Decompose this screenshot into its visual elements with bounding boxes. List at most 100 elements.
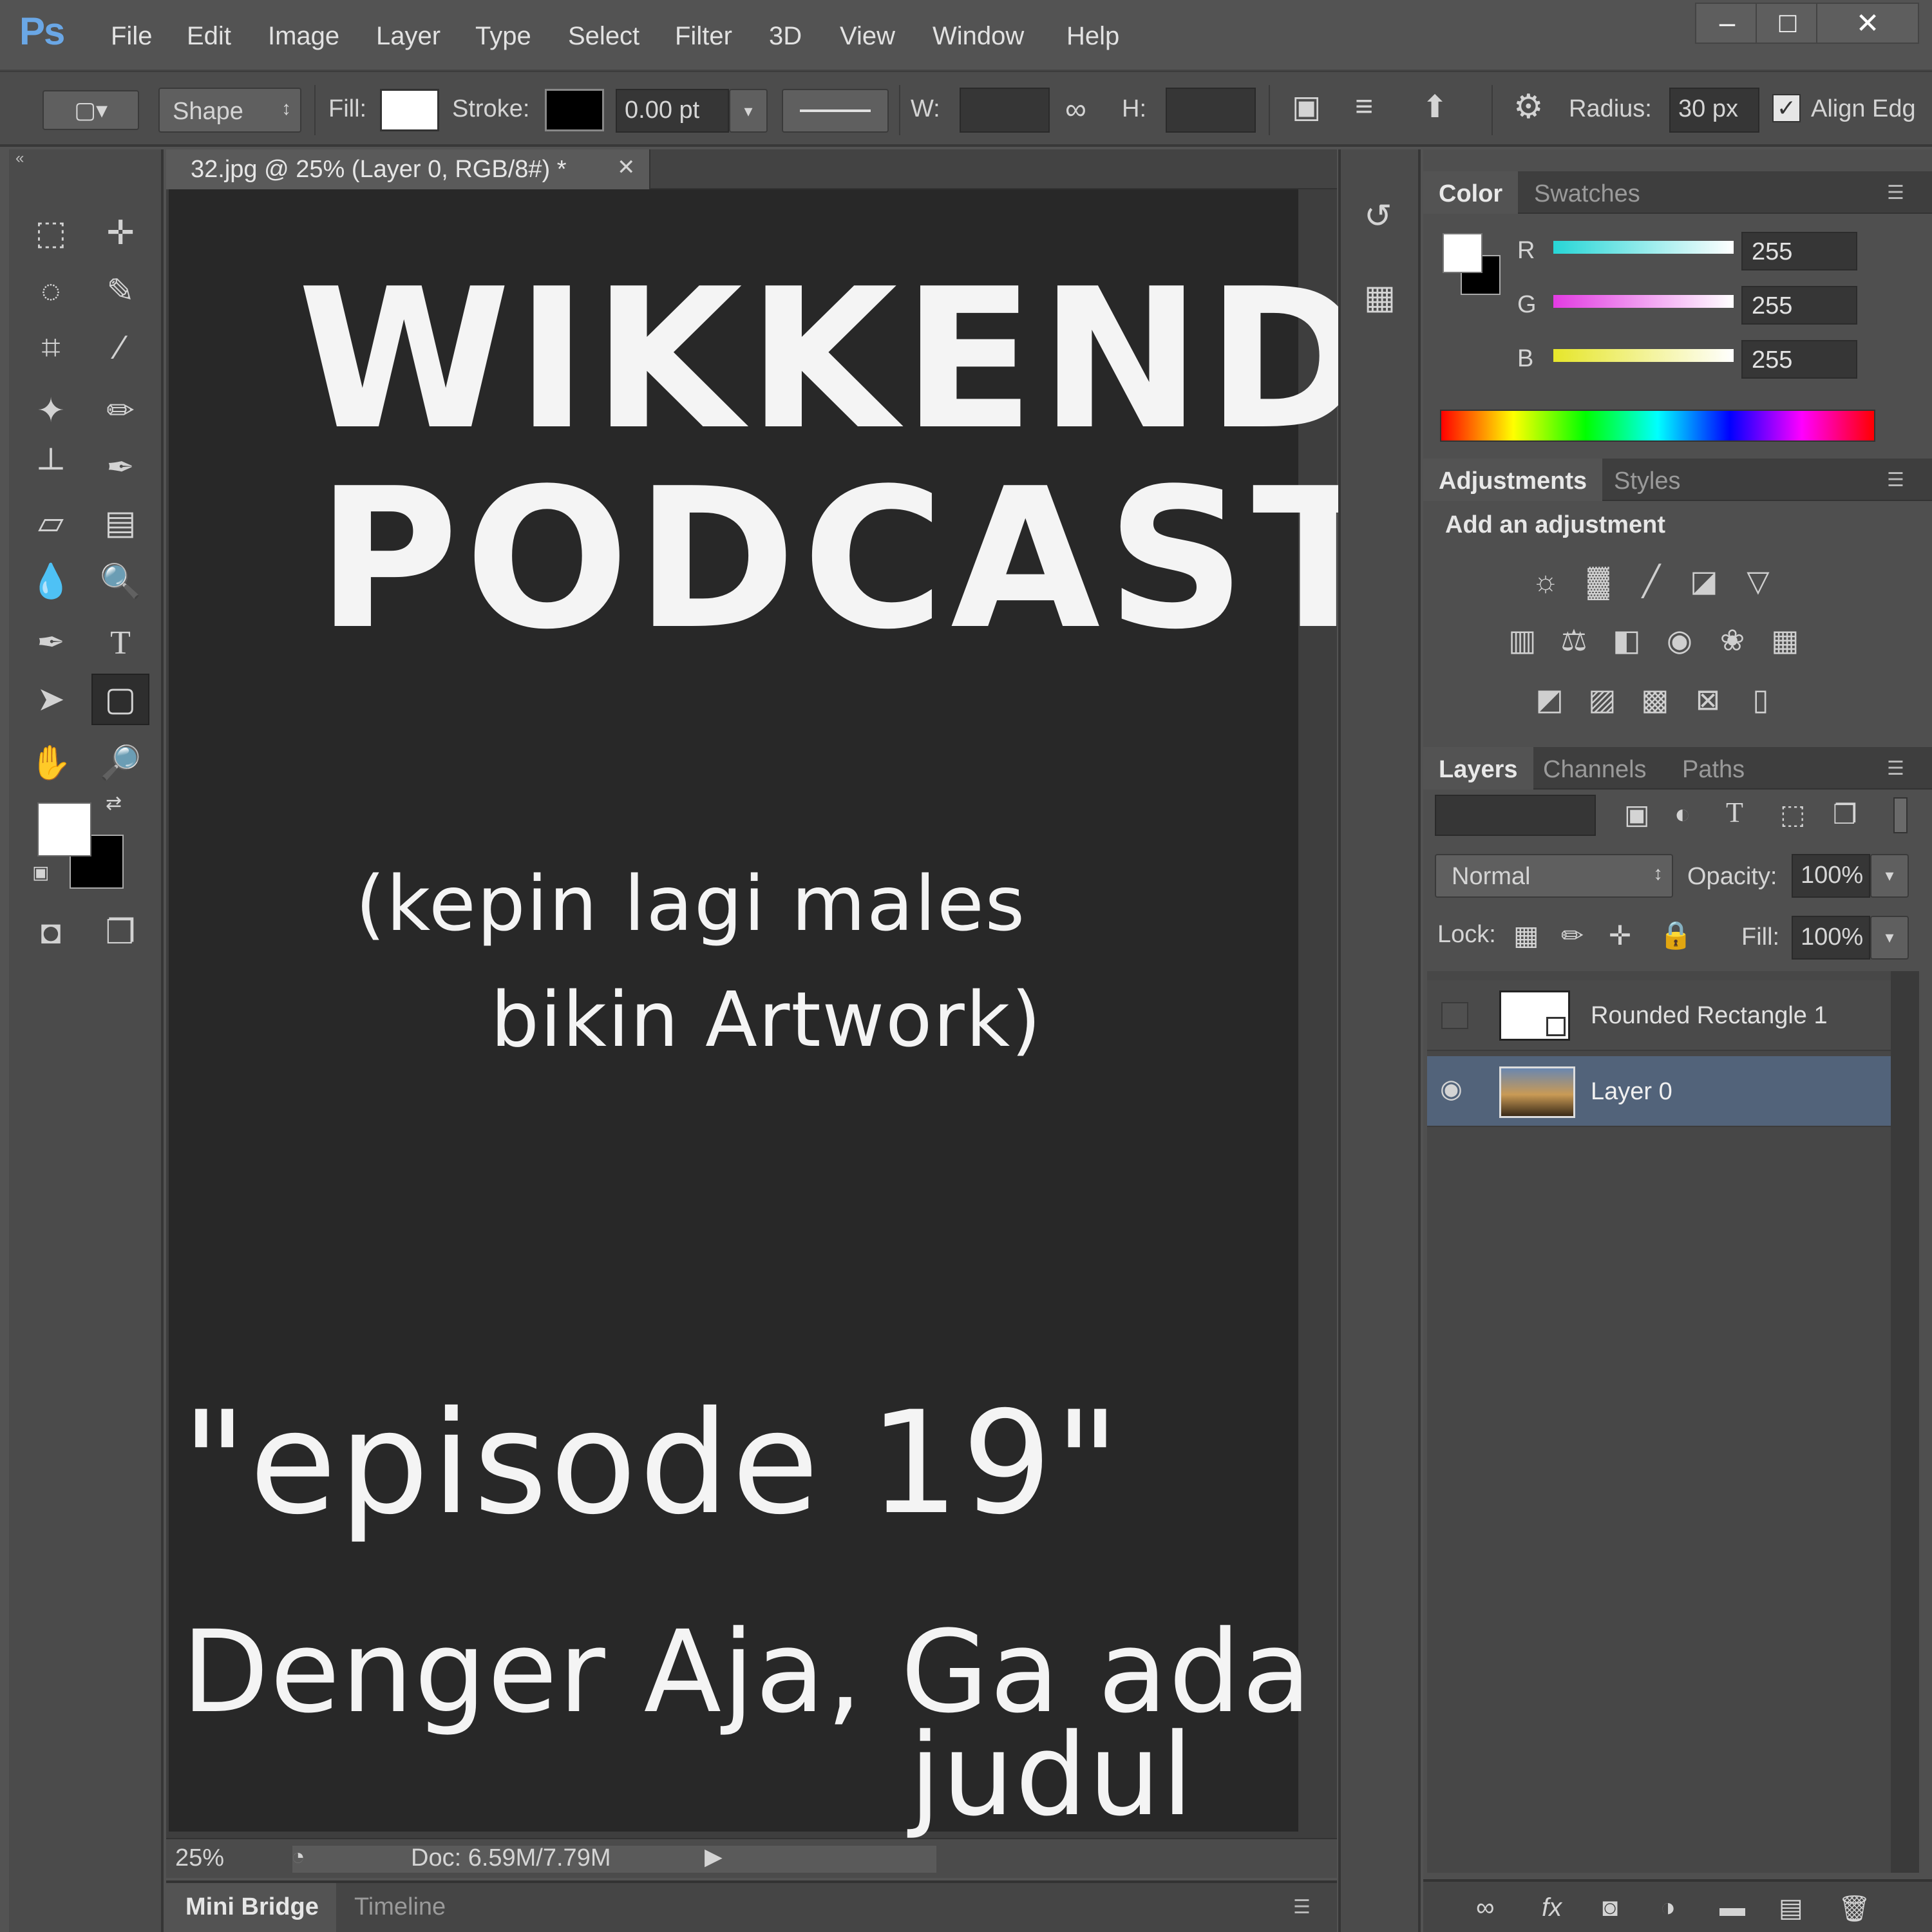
layer-row-selected[interactable]: ◉ Layer 0 xyxy=(1427,1056,1891,1127)
fill-opacity-field[interactable]: 100% xyxy=(1792,916,1870,960)
channel-b-value[interactable]: 255 xyxy=(1741,340,1857,379)
menu-help[interactable]: Help xyxy=(1066,22,1119,51)
panel-menu-icon[interactable]: ☰ xyxy=(1887,469,1904,491)
zoom-tool-icon[interactable]: 🔎 xyxy=(91,737,149,788)
gradient-map-icon[interactable]: ▯ xyxy=(1741,680,1780,719)
color-spectrum-bar[interactable] xyxy=(1440,410,1875,442)
tab-swatches[interactable]: Swatches xyxy=(1519,171,1656,214)
tab-paths[interactable]: Paths xyxy=(1667,747,1760,790)
panel-menu-icon[interactable]: ☰ xyxy=(1293,1896,1311,1918)
stamp-tool-icon[interactable]: ┴ xyxy=(22,442,80,493)
stroke-type-dropdown[interactable] xyxy=(782,89,889,133)
filter-smart-object-icon[interactable]: ❐ xyxy=(1833,799,1857,830)
menu-file[interactable]: File xyxy=(111,22,152,51)
tab-channels[interactable]: Channels xyxy=(1528,747,1662,790)
color-balance-icon[interactable]: ⚖ xyxy=(1555,621,1593,659)
close-icon[interactable]: ✕ xyxy=(1816,3,1919,44)
filter-toggle[interactable] xyxy=(1893,797,1908,833)
gear-icon[interactable]: ⚙ xyxy=(1513,88,1544,126)
layers-scrollbar[interactable] xyxy=(1891,971,1919,1873)
lock-all-icon[interactable]: 🔒 xyxy=(1659,920,1692,951)
channel-g-slider[interactable] xyxy=(1553,295,1734,308)
filter-shape-icon[interactable]: ⬚ xyxy=(1780,799,1806,830)
pen-tool-icon[interactable]: ✒ xyxy=(22,617,80,668)
collapse-tools-icon[interactable]: « xyxy=(15,149,155,167)
zoom-level[interactable]: 25% xyxy=(175,1844,224,1872)
close-tab-icon[interactable]: ✕ xyxy=(617,155,636,180)
channel-g-value[interactable]: 255 xyxy=(1741,286,1857,325)
exposure-icon[interactable]: ◪ xyxy=(1685,562,1723,600)
document-tab[interactable]: 32.jpg @ 25% (Layer 0, RGB/8#) * ✕ xyxy=(166,149,650,189)
path-arrangement-icon[interactable]: ⬆ xyxy=(1422,89,1448,125)
align-edges-checkbox[interactable]: ✓ xyxy=(1772,94,1801,122)
stroke-width-dropdown[interactable]: ▾ xyxy=(729,89,768,133)
blend-mode-select[interactable]: Normal ↕ xyxy=(1435,854,1673,898)
eyedropper-tool-icon[interactable]: ∕ xyxy=(91,322,149,374)
menu-select[interactable]: Select xyxy=(568,22,639,51)
levels-icon[interactable]: ▓ xyxy=(1579,562,1618,600)
blur-tool-icon[interactable]: 💧 xyxy=(22,555,80,607)
photo-filter-icon[interactable]: ◉ xyxy=(1660,621,1699,659)
swap-colors-icon[interactable]: ⇄ xyxy=(106,792,122,815)
layer-name[interactable]: Rounded Rectangle 1 xyxy=(1591,1002,1828,1030)
fill-color-swatch[interactable] xyxy=(380,89,439,131)
hand-tool-icon[interactable]: ✋ xyxy=(22,737,80,788)
gradient-tool-icon[interactable]: ▤ xyxy=(91,497,149,549)
trash-icon[interactable]: 🗑 xyxy=(1838,1893,1871,1924)
tab-mini-bridge[interactable]: Mini Bridge xyxy=(185,1893,319,1921)
filter-adjustment-icon[interactable]: ◐ xyxy=(1674,799,1690,829)
menu-view[interactable]: View xyxy=(840,22,895,51)
channel-r-value[interactable]: 255 xyxy=(1741,232,1857,270)
add-mask-icon[interactable]: ◙ xyxy=(1602,1893,1618,1922)
curves-icon[interactable]: ╱ xyxy=(1632,562,1671,600)
filter-pixel-icon[interactable]: ▣ xyxy=(1624,799,1650,830)
stroke-width-field[interactable]: 0.00 pt xyxy=(616,89,729,133)
lock-position-icon[interactable]: ✛ xyxy=(1609,920,1631,951)
channel-r-slider[interactable] xyxy=(1553,241,1734,254)
screen-mode-icon[interactable]: ❐ xyxy=(91,907,149,958)
tab-layers[interactable]: Layers xyxy=(1423,747,1533,790)
height-field[interactable] xyxy=(1166,88,1256,133)
filter-type-icon[interactable]: T xyxy=(1726,796,1743,829)
lock-pixels-icon[interactable]: ✏ xyxy=(1561,920,1584,951)
link-layers-icon[interactable]: ∞ xyxy=(1476,1893,1495,1922)
panel-menu-icon[interactable]: ☰ xyxy=(1887,757,1904,780)
move-tool-icon[interactable]: ✛ xyxy=(91,207,149,259)
width-field[interactable] xyxy=(960,88,1050,133)
menu-edit[interactable]: Edit xyxy=(187,22,231,51)
foreground-color-picker[interactable] xyxy=(1443,233,1482,273)
channel-b-slider[interactable] xyxy=(1553,349,1734,362)
eye-icon[interactable]: ◉ xyxy=(1440,1074,1463,1104)
play-icon[interactable]: ▶ xyxy=(705,1843,723,1870)
new-layer-icon[interactable]: ▤ xyxy=(1779,1893,1803,1923)
eraser-tool-icon[interactable]: ▱ xyxy=(22,497,80,549)
lasso-tool-icon[interactable]: ◌ xyxy=(22,265,80,317)
tab-timeline[interactable]: Timeline xyxy=(354,1893,446,1921)
layer-filter-select[interactable] xyxy=(1435,795,1596,836)
tab-color[interactable]: Color xyxy=(1423,171,1519,214)
brush-tool-icon[interactable]: ✏ xyxy=(91,385,149,437)
new-adjustment-layer-icon[interactable]: ◑ xyxy=(1660,1893,1676,1922)
3d-icon[interactable]: ▦ xyxy=(1364,278,1396,317)
opacity-dropdown[interactable]: ▾ xyxy=(1870,854,1909,898)
channel-mixer-icon[interactable]: ❀ xyxy=(1713,621,1752,659)
menu-image[interactable]: Image xyxy=(268,22,339,51)
threshold-icon[interactable]: ▩ xyxy=(1636,680,1674,719)
menu-filter[interactable]: Filter xyxy=(675,22,732,51)
layer-name[interactable]: Layer 0 xyxy=(1591,1078,1672,1106)
selective-color-icon[interactable]: ⊠ xyxy=(1689,680,1727,719)
sync-icon[interactable]: ◔ xyxy=(291,1843,305,1870)
rounded-rectangle-tool-icon[interactable]: ▢ xyxy=(91,674,149,725)
quick-mask-icon[interactable]: ◘ xyxy=(22,907,80,958)
history-icon[interactable]: ↺ xyxy=(1364,197,1392,236)
invert-icon[interactable]: ◩ xyxy=(1530,680,1569,719)
layer-row[interactable]: Rounded Rectangle 1 xyxy=(1427,980,1891,1051)
color-lookup-icon[interactable]: ▦ xyxy=(1766,621,1804,659)
marquee-tool-icon[interactable]: ⬚ xyxy=(22,207,80,259)
vibrance-icon[interactable]: ▽ xyxy=(1739,562,1777,600)
maximize-icon[interactable]: □ xyxy=(1756,3,1820,44)
menu-window[interactable]: Window xyxy=(933,22,1024,51)
link-icon[interactable]: ∞ xyxy=(1065,91,1086,126)
type-tool-icon[interactable]: T xyxy=(91,617,149,668)
path-selection-tool-icon[interactable]: ➤ xyxy=(22,674,80,725)
